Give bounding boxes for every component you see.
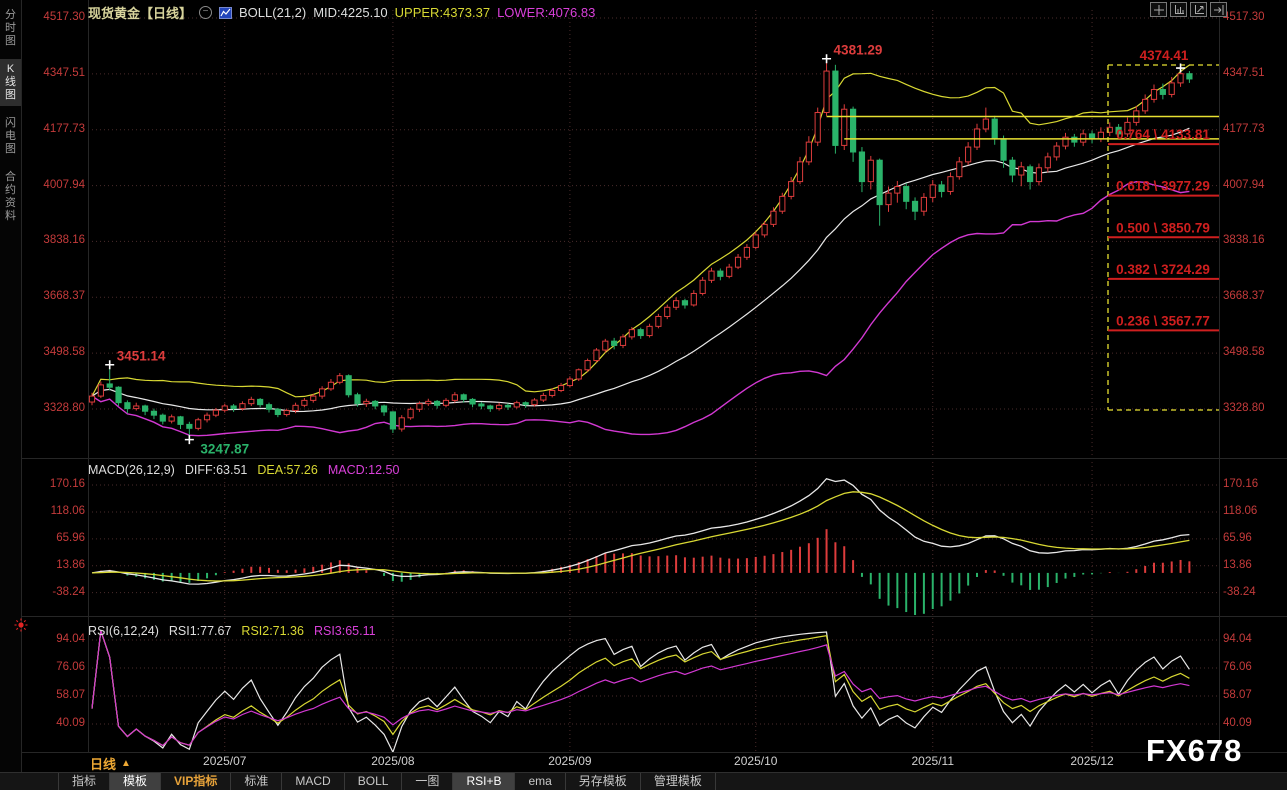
svg-text:0.236 \ 3567.77: 0.236 \ 3567.77 [1116, 313, 1210, 328]
boll-lower-value: LOWER:4076.83 [497, 5, 595, 20]
axis-tick-label: 3838.16 [30, 234, 85, 247]
axis-tick-label: 170.16 [1223, 478, 1285, 491]
svg-text:0.764 \ 4133.81: 0.764 \ 4133.81 [1116, 127, 1210, 142]
indicator-chart-icon [219, 7, 232, 19]
bottom-tab-6[interactable]: 一图 [402, 773, 453, 790]
sidebar-item-3[interactable]: 合约资料 [0, 167, 21, 227]
x-axis-month-label: 2025/12 [1057, 754, 1127, 768]
svg-text:0.618 \ 3977.29: 0.618 \ 3977.29 [1116, 179, 1210, 194]
chart-canvas[interactable]: 4374.41 0.764 \ 4133.81 0.618 \ 3977.29 0.5… [0, 0, 1287, 790]
macd-dea-value: DEA:57.26 [257, 463, 317, 477]
sidebar-item-1[interactable]: K线图 [0, 59, 21, 106]
axis-tick-label: 13.86 [30, 559, 85, 572]
sidebar: 分时图 K线图闪电图合约资料 [0, 0, 21, 790]
sidebar-item-0[interactable]: 分时图 [0, 5, 21, 52]
boll-upper-value: UPPER:4373.37 [395, 5, 490, 20]
rsi2-value: RSI2:71.36 [241, 624, 304, 638]
sidebar-item-2[interactable]: 闪电图 [0, 113, 21, 160]
axis-tick-label: 118.06 [1223, 505, 1285, 518]
alert-burst-icon [13, 617, 29, 638]
axis-tick-label: 40.09 [1223, 717, 1285, 730]
bottom-tab-4[interactable]: MACD [282, 773, 344, 790]
rsi-title: RSI(6,12,24) [88, 624, 159, 638]
bottom-toolbar: 指标模板VIP指标标准MACDBOLL一图RSI+Bema另存模板管理模板 [0, 772, 1287, 790]
svg-text:0.382 \ 3724.29: 0.382 \ 3724.29 [1116, 262, 1210, 277]
axis-tick-label: 40.09 [30, 717, 85, 730]
axis-tick-label: 65.96 [30, 532, 85, 545]
axis-tick-label: 4347.51 [1223, 67, 1285, 80]
axis-tick-label: 3498.58 [1223, 346, 1285, 359]
axis-tick-label: 3838.16 [1223, 234, 1285, 247]
chart-toolbar [1150, 2, 1227, 17]
rsi-header: RSI(6,12,24) RSI1:77.67 RSI2:71.36 RSI3:… [88, 624, 376, 638]
period-selector[interactable]: 日线 ▲ [90, 754, 131, 773]
axis-tick-label: 3328.80 [30, 402, 85, 415]
axis-tick-label: 13.86 [1223, 559, 1285, 572]
bottom-tab-9[interactable]: 另存模板 [566, 773, 641, 790]
svg-text:3451.14: 3451.14 [117, 349, 166, 364]
axis-tick-label: 94.04 [1223, 633, 1285, 646]
bottom-tab-0[interactable]: 指标 [58, 773, 110, 790]
boll-mid-value: MID:4225.10 [313, 5, 387, 20]
bottom-tab-5[interactable]: BOLL [345, 773, 403, 790]
macd-header: MACD(26,12,9) DIFF:63.51 DEA:57.26 MACD:… [88, 463, 399, 477]
svg-text:4374.41: 4374.41 [1140, 48, 1189, 63]
x-axis-month-label: 2025/09 [535, 754, 605, 768]
chart-scale-icon[interactable] [1170, 2, 1187, 17]
x-axis-month-label: 2025/11 [898, 754, 968, 768]
watermark: FX678 [1146, 733, 1242, 769]
axis-tick-label: 3498.58 [30, 346, 85, 359]
trading-app: 4374.41 0.764 \ 4133.81 0.618 \ 3977.29 0.5… [0, 0, 1287, 790]
axis-tick-label: 76.06 [1223, 661, 1285, 674]
bottom-tab-7[interactable]: RSI+B [453, 773, 515, 790]
axis-tick-label: 3328.80 [1223, 402, 1285, 415]
bottom-tab-2[interactable]: VIP指标 [161, 773, 231, 790]
axis-tick-label: 94.04 [30, 633, 85, 646]
axis-tick-label: 3668.37 [30, 290, 85, 303]
axis-tick-label: 118.06 [30, 505, 85, 518]
axis-tick-label: -38.24 [30, 586, 85, 599]
symbol-title: 现货黄金【日线】 [88, 3, 192, 22]
axis-tick-label: 58.07 [30, 689, 85, 702]
axis-tick-label: 170.16 [30, 478, 85, 491]
axis-tick-label: 65.96 [1223, 532, 1285, 545]
boll-label: BOLL(21,2) [239, 5, 306, 20]
x-axis-month-label: 2025/07 [190, 754, 260, 768]
axis-tick-label: 4007.94 [1223, 179, 1285, 192]
chart-arrow-icon[interactable] [1190, 2, 1207, 17]
bottom-tab-8[interactable]: ema [515, 773, 565, 790]
x-axis-month-label: 2025/10 [721, 754, 791, 768]
period-text: 日线 [90, 754, 116, 773]
rsi1-value: RSI1:77.67 [169, 624, 232, 638]
rsi3-value: RSI3:65.11 [314, 624, 376, 638]
bottom-tab-10[interactable]: 管理模板 [641, 773, 716, 790]
macd-bar-value: MACD:12.50 [328, 463, 400, 477]
x-axis-month-label: 2025/08 [358, 754, 428, 768]
axis-tick-label: 4007.94 [30, 179, 85, 192]
bottom-tab-3[interactable]: 标准 [231, 773, 282, 790]
axis-tick-label: 3668.37 [1223, 290, 1285, 303]
chart-header: 现货黄金【日线】 − BOLL(21,2) MID:4225.10 UPPER:… [88, 3, 595, 22]
axis-tick-label: 4517.30 [30, 11, 85, 24]
macd-diff-value: DIFF:63.51 [185, 463, 248, 477]
axis-tick-label: -38.24 [1223, 586, 1285, 599]
axis-tick-label: 4347.51 [30, 67, 85, 80]
collapse-panel-icon[interactable] [1210, 2, 1227, 17]
svg-text:0.500 \ 3850.79: 0.500 \ 3850.79 [1116, 220, 1210, 235]
axis-tick-label: 76.06 [30, 661, 85, 674]
period-arrow-icon: ▲ [121, 758, 131, 769]
axis-tick-label: 4517.30 [1223, 11, 1285, 24]
axis-tick-label: 58.07 [1223, 689, 1285, 702]
svg-text:4381.29: 4381.29 [834, 43, 883, 58]
svg-text:3247.87: 3247.87 [200, 442, 249, 457]
bottom-tab-1[interactable]: 模板 [110, 773, 161, 790]
macd-title: MACD(26,12,9) [88, 463, 175, 477]
collapse-indicator-icon[interactable]: − [199, 6, 212, 19]
axis-tick-label: 4177.73 [1223, 123, 1285, 136]
crosshair-icon[interactable] [1150, 2, 1167, 17]
axis-tick-label: 4177.73 [30, 123, 85, 136]
